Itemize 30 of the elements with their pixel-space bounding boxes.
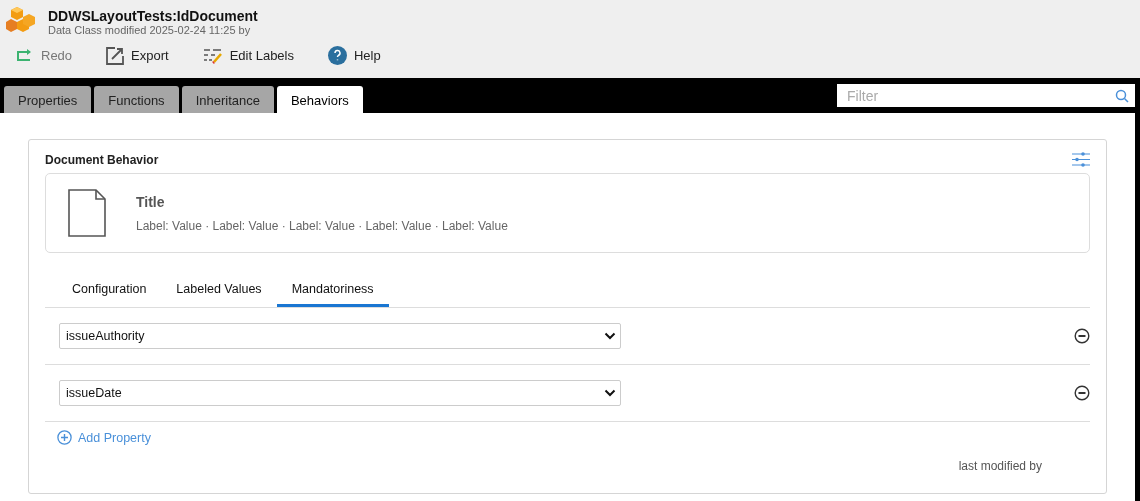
chevron-down-icon [604,389,616,397]
tab[interactable]: Mandatoriness [276,279,389,307]
tab[interactable]: Labeled Values [161,279,277,307]
filter-field[interactable]: Filter [837,84,1135,107]
document-icon [68,189,106,237]
plus-circle-icon [57,430,72,445]
tab[interactable]: Behaviors [276,86,363,113]
settings-sliders-icon[interactable] [1072,152,1090,167]
chevron-down-icon [604,332,616,340]
tab[interactable]: Inheritance [181,86,274,113]
tab[interactable]: Properties [4,86,92,113]
edit-button[interactable]: Edit Labels [202,46,294,65]
document-title: DDWSLayoutTests:IdDocument [48,8,258,24]
modified-info: Data Class modified 2025-02-24 11:25 by [48,24,252,36]
remove-icon[interactable] [1074,328,1090,344]
property-dropdown[interactable]: issueAuthority [59,323,621,349]
last-modified-text: last modified by [958,459,1042,473]
export-button[interactable]: Export [106,46,169,65]
search-icon [1115,88,1129,103]
export-icon [106,46,125,65]
property-dropdown[interactable]: issueDate [59,380,621,406]
preview-labels: Label: Value · Label: Value · Label: Value · Label: Value · Label: Value [136,218,508,233]
card-title: Document Behavior [45,152,159,167]
preview-title: Title [136,193,166,210]
help-button[interactable]: Help [328,46,381,65]
help-icon [328,46,347,65]
remove-icon[interactable] [1074,385,1090,401]
tab[interactable]: Functions [94,86,179,113]
edit-labels-icon [202,47,223,64]
tab[interactable]: Configuration [57,279,162,307]
